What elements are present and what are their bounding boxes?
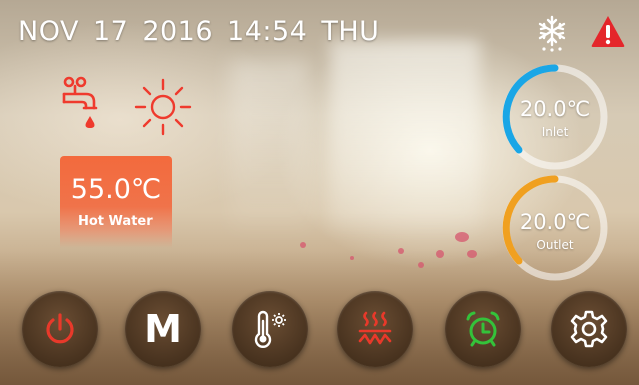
alarm-warning-icon[interactable] <box>590 14 626 52</box>
mode-button[interactable]: M <box>125 291 201 367</box>
temperature-settings-button[interactable] <box>232 291 308 367</box>
outlet-temperature: 20.0℃ <box>519 210 591 234</box>
hot-water-card[interactable]: 55.0℃ Hot Water <box>60 156 172 248</box>
weekday: THU <box>321 16 380 47</box>
power-icon <box>46 313 74 344</box>
background-petal <box>300 242 306 248</box>
hot-water-label: Hot Water <box>78 214 153 229</box>
timer-button[interactable] <box>445 291 521 367</box>
thermometer-settings-icon <box>254 310 286 348</box>
day: 17 <box>92 16 129 47</box>
alarm-clock-icon <box>466 311 500 347</box>
mode-icon: M <box>144 307 182 351</box>
hmi-screen: NOV 17 2016 14:54 THU 55.0℃ Hot Water 20… <box>0 0 639 385</box>
background-window-light <box>330 40 480 230</box>
inlet-temperature: 20.0℃ <box>519 97 591 121</box>
outlet-label: Outlet <box>536 238 574 252</box>
background-petal <box>398 248 404 254</box>
background-window-light <box>230 60 310 230</box>
date-time-header: NOV 17 2016 14:54 THU <box>18 16 393 47</box>
power-button[interactable] <box>22 291 98 367</box>
water-tap-icon <box>60 76 104 138</box>
outlet-temperature-gauge: 20.0℃ Outlet <box>499 172 611 284</box>
heating-button[interactable] <box>337 291 413 367</box>
inlet-temperature-gauge: 20.0℃ Inlet <box>499 61 611 173</box>
settings-gear-icon <box>570 310 608 348</box>
year: 2016 <box>142 16 214 47</box>
background-petal <box>350 256 354 260</box>
background-petal <box>436 250 444 258</box>
inlet-label: Inlet <box>541 125 569 139</box>
background-petal <box>467 250 477 258</box>
background-petal <box>418 262 424 268</box>
background-petal <box>455 232 469 242</box>
defrost-icon <box>532 14 572 56</box>
time: 14:54 <box>227 16 308 47</box>
hot-water-temperature: 55.0℃ <box>70 174 162 205</box>
sun-icon <box>132 76 194 142</box>
month: NOV <box>18 16 79 47</box>
settings-button[interactable] <box>551 291 627 367</box>
heating-icon <box>358 311 392 345</box>
